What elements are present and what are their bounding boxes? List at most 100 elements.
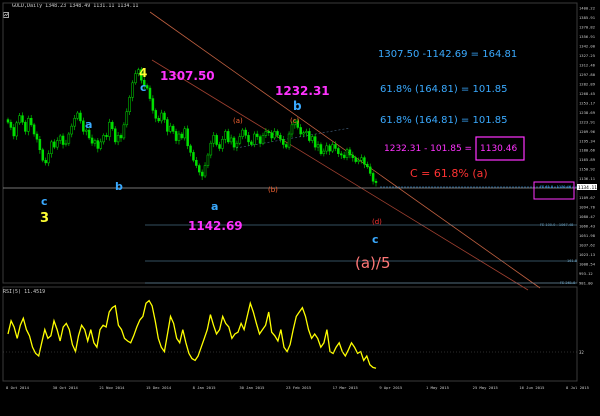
candle-body [316,144,320,148]
candle-body [148,87,152,99]
candle-body [169,125,172,132]
wave-label-c-right: c [372,233,379,246]
price-scale-label: 1008.54 [579,262,596,267]
candle-body [102,135,105,143]
price-scale-label: 1180.66 [579,148,596,153]
chart-canvas[interactable]: FE 61.8 - 1130.46 FE 100.0 - 1067.48 161… [0,0,600,416]
price-scale-label: 1094.76 [579,205,596,210]
price-scale-label: 1051.98 [579,233,596,238]
candle-body [258,136,262,144]
candle-body [105,135,108,137]
wave-label-3: 3 [40,211,49,226]
candle-body [345,149,349,158]
candle-body [305,131,308,133]
candle-body [238,136,242,144]
candle-body [44,160,47,164]
candle-body [134,73,137,84]
calc-line-4: 1232.31 - 101.85 = [384,144,472,154]
price-scale-label: 1109.67 [579,195,595,200]
rsi-level-label: 32 [579,350,584,355]
price-scale-label: 1080.47 [579,214,595,219]
rsi-indicator [7,299,377,369]
candle-body [313,136,317,148]
price-scale-label: 981.00 [579,281,593,286]
candle-body [334,144,337,149]
candle-body [368,166,372,174]
candle-body [76,112,79,119]
price-scale-label: 1150.92 [579,167,595,172]
fib-label-2618: FE 261.8 [560,281,575,285]
price-scale-label: 1253.17 [579,100,595,105]
candle-body [267,131,271,133]
wave-label-c-top: c [140,81,147,94]
price-scale-label: 1268.45 [579,91,595,96]
price-scale-label: 1312.46 [579,62,596,67]
price-scale-label: 1223.91 [579,119,596,124]
candle-body [192,152,195,161]
candle-body [125,111,129,126]
wave-label-4: 4 [139,66,147,80]
wave-label-b-top: b [293,99,302,113]
candle-body [348,149,352,156]
candle-body [166,119,169,132]
candle-body [287,133,291,148]
candle-body [90,137,94,144]
rsi-line [7,299,377,369]
candle-body [209,142,213,156]
candle-body [200,171,204,177]
candle-body [284,144,288,148]
time-scale-label: 15 Dec 2014 [146,385,172,390]
candle-body [174,131,178,141]
fib-label-1618: 161.8 [567,259,577,263]
candle-body [96,140,100,149]
time-scale-label: 25 May 2015 [473,385,498,390]
candle-body [351,154,355,158]
candle-body [70,125,73,135]
calc-line-5: C = 61.8% (a) [410,167,488,180]
candle-body [232,137,236,148]
candle-body [64,142,68,145]
price-scale-label: 993.12 [579,271,593,276]
time-scale-label: 21 Nov 2014 [99,385,125,390]
subwave-c: (c) [290,117,300,125]
price-scale-label: 1238.69 [579,110,596,115]
candle-body [160,112,163,122]
candle-body [206,154,210,166]
candle-body [29,118,33,126]
candle-body [264,131,268,136]
candle-body [171,125,175,132]
candle-body [276,131,279,136]
candle-body [241,129,244,137]
wave-label-a-left: a [85,118,92,131]
candle-body [366,163,369,168]
price-scale-label: 1385.91 [579,15,596,20]
price-scale-label: 1327.25 [579,53,595,58]
candle-body [128,97,131,112]
subwave-a: (a) [233,117,243,125]
candle-body [9,121,13,128]
candle-body [73,118,76,127]
price-scale-label: 1037.62 [579,243,595,248]
candle-body [58,135,62,141]
candle-body [221,139,224,149]
price-scale-label: 1297.80 [579,72,596,77]
candle-body [325,145,328,152]
candle-body [15,122,18,137]
chart-window[interactable]: GOLD,Daily 1348.23 1348.49 1131.11 1134.… [0,0,600,416]
candle-body [261,135,265,144]
wave-label-b-left: b [115,180,123,193]
candle-body [215,135,218,145]
candle-body [195,160,198,166]
price-scale-label: 1356.91 [579,34,596,39]
candle-body [41,149,45,161]
price-scale-label: 1023.13 [579,252,595,257]
candle-body [253,133,256,145]
subwave-d: (d) [372,218,382,226]
price-scale-label: 1342.00 [579,43,596,48]
candle-body [322,150,326,154]
candle-body [250,141,253,145]
candle-body [235,142,239,148]
price-high-label: 1307.50 [160,69,215,83]
candle-body [32,124,36,135]
candle-body [290,124,294,135]
